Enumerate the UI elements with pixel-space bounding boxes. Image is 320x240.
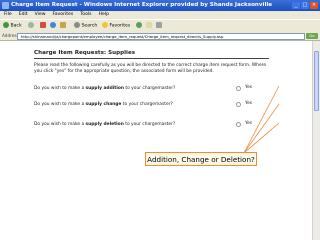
callout-box: Addition, Change or Deletion?: [145, 152, 257, 166]
browser-window: Charge Item Request - Windows Internet E…: [0, 0, 320, 240]
pointer-to-deletion: [243, 122, 280, 154]
pointer-to-change: [243, 103, 280, 154]
callout-pointer-lines: [243, 85, 280, 154]
pointer-to-addition: [243, 85, 280, 154]
